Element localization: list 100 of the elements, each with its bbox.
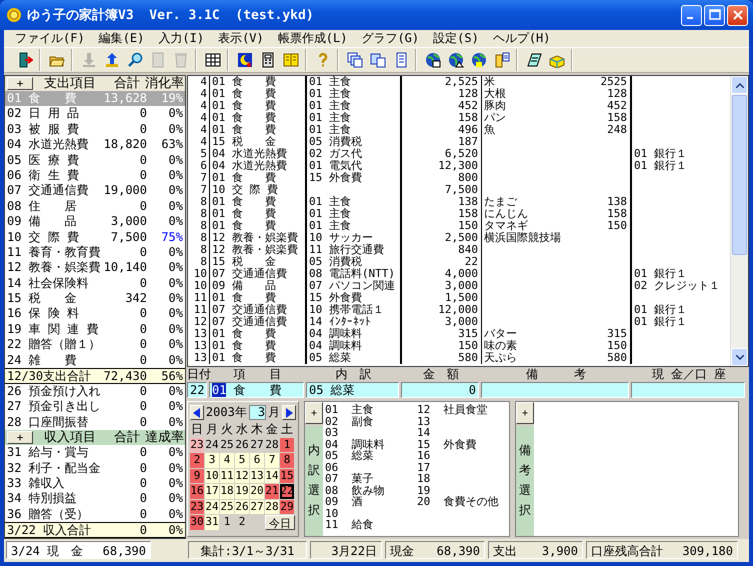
calendar-day[interactable]: 26 [235, 500, 249, 514]
list-item[interactable]: 14 [417, 427, 509, 438]
list-item[interactable]: 15 外食費 [417, 438, 509, 450]
entry-row[interactable]: 4 01 食 費 01 主食 496 魚 248 [188, 124, 730, 136]
calendar-day[interactable]: 24 [205, 438, 219, 452]
category-row[interactable]: 03 被 服 費 0 0% [5, 122, 185, 138]
memo-field[interactable] [481, 382, 629, 398]
day-field[interactable]: 22 [187, 382, 207, 398]
calendar-day[interactable]: 7 [265, 453, 279, 468]
menu-item[interactable]: 編集(E) [92, 30, 152, 47]
calendar-day[interactable]: 4 [220, 453, 234, 468]
category-row[interactable]: 02 日 用 品 0 0% [5, 106, 185, 122]
calendar-day[interactable]: 11 [220, 468, 234, 483]
calendar-day[interactable]: 17 [205, 484, 219, 498]
calendar-day[interactable]: 2 [235, 515, 249, 530]
category-row[interactable]: 31 給与・賞与 0 0% [5, 445, 185, 461]
calendar-day[interactable]: 28 [265, 438, 279, 452]
calendar-day[interactable]: 2 [190, 453, 204, 468]
calendar-day[interactable]: 1 [220, 515, 234, 530]
menu-item[interactable]: 帳票作成(L) [270, 30, 354, 47]
calendar-day[interactable]: 18 [220, 484, 234, 498]
calendar-day[interactable]: 30 [190, 515, 204, 530]
calendar-day[interactable]: 25 [220, 500, 234, 514]
category-row[interactable]: 24 雑 費 0 0% [5, 352, 185, 368]
entry-row[interactable]: 13 01 食 費 05 総菜 580 天ぷら 580 [188, 352, 730, 364]
calendar-day[interactable]: 27 [250, 438, 264, 452]
calendar-day[interactable]: 16 [190, 484, 204, 498]
breakdown-field[interactable]: 05 総菜 [306, 382, 399, 398]
entry-row[interactable]: 8 15 税 金 05 消費税 22 [188, 256, 730, 268]
account-field[interactable] [631, 382, 745, 398]
next-month-icon[interactable] [282, 405, 296, 420]
category-row[interactable]: 12 教養・娯楽費 10,140 0% [5, 260, 185, 276]
category-row[interactable]: 32 利子・配当金 0 0% [5, 460, 185, 476]
entry-row[interactable]: 8 12 教養・娯楽費 11 旅行交通費 840 [188, 244, 730, 256]
list-item[interactable]: 16 [417, 450, 509, 462]
entry-row[interactable]: 4 15 税 金 05 消費税 187 [188, 136, 730, 148]
calendar-day[interactable]: 9 [190, 468, 204, 483]
list-item[interactable]: 08 飲み物 [325, 484, 417, 496]
calendar-day[interactable]: 24 [205, 500, 219, 514]
entry-row[interactable]: 11 01 食 費 15 外食費 1,500 [188, 292, 730, 304]
list-item[interactable]: 01 主食 [325, 404, 417, 416]
entry-row[interactable]: 13 01 食 費 04 調味料 315 バター 315 [188, 328, 730, 340]
calendar-day[interactable]: 10 [205, 468, 219, 483]
category-row[interactable]: 10 交 際 費 7,500 75% [5, 230, 185, 245]
category-row[interactable]: 16 保 険 料 0 0% [5, 306, 185, 322]
category-row[interactable]: 07 交通通信費 19,000 0% [5, 183, 185, 199]
calendar-day[interactable]: 12 [235, 468, 249, 483]
close-icon[interactable] [727, 4, 748, 26]
category-field[interactable]: 01 食 費 [209, 382, 304, 398]
list-item[interactable]: 06 [325, 462, 417, 473]
calendar-day[interactable]: 26 [235, 438, 249, 452]
entry-row[interactable]: 6 04 水道光熱費 01 電気代 12,300 01 銀行１ [188, 160, 730, 172]
entry-row[interactable]: 11 07 交通通信費 10 携帯電話１ 12,000 01 銀行１ [188, 304, 730, 316]
calendar-day[interactable]: 29 [280, 500, 294, 514]
calendar-day[interactable]: 13 [250, 468, 264, 483]
entry-row[interactable]: 12 07 交通通信費 14 ｲﾝﾀｰﾈｯﾄ 3,000 01 銀行１ [188, 316, 730, 328]
category-row[interactable]: 27 預金引き出し 0 0% [5, 399, 185, 415]
entry-row[interactable]: 4 01 食 費 01 主食 452 豚肉 452 [188, 100, 730, 112]
entry-row[interactable]: 10 07 交通通信費 08 電話料(NTT) 4,000 01 銀行１ [188, 268, 730, 280]
month-field[interactable]: 3 [248, 405, 266, 420]
category-row[interactable]: 26 預金預け入れ 0 0% [5, 384, 185, 400]
calendar-day[interactable]: 20 [250, 484, 264, 498]
calendar-day[interactable]: 23 [190, 500, 204, 514]
category-row[interactable]: 22 贈答（贈１） 0 0% [5, 337, 185, 353]
scroll-up-icon[interactable] [731, 76, 748, 94]
list-item[interactable]: 19 [417, 484, 509, 496]
list-item[interactable]: 12 社員食堂 [417, 404, 509, 416]
add-button[interactable]: + [7, 431, 33, 444]
entry-row[interactable]: 7 01 食 費 15 外食費 800 [188, 172, 730, 184]
list-item[interactable]: 17 [417, 462, 509, 473]
entry-row[interactable]: 4 01 食 費 01 主食 2,525 米 2525 [188, 76, 730, 88]
add-button[interactable]: + [7, 77, 33, 90]
calendar-day[interactable]: 19 [235, 484, 249, 498]
maximize-icon[interactable] [704, 4, 725, 26]
category-row[interactable]: 33 雑収入 0 0% [5, 476, 185, 492]
list-item[interactable]: 18 [417, 473, 509, 484]
entry-row[interactable]: 8 12 教養・娯楽費 10 サッカー 2,500 横浜国際競技場 [188, 232, 730, 244]
category-row[interactable]: 15 税 金 342 0% [5, 291, 185, 306]
list-item[interactable]: 02 副食 [325, 416, 417, 427]
menu-item[interactable]: ヘルプ(H) [486, 30, 558, 47]
menu-item[interactable]: 設定(S) [426, 30, 486, 47]
list-item[interactable]: 04 調味料 [325, 438, 417, 450]
amount-field[interactable]: 0 [401, 382, 479, 398]
calendar-day[interactable]: 25 [220, 438, 234, 452]
list-item[interactable]: 10 [325, 508, 417, 519]
menu-item[interactable]: ファイル(F) [8, 30, 92, 47]
list-item[interactable]: 20 食費その他 [417, 496, 509, 508]
entry-row[interactable]: 4 01 食 費 01 主食 158 パン 158 [188, 112, 730, 124]
category-row[interactable]: 14 社会保険料 0 0% [5, 276, 185, 292]
add-button[interactable]: + [516, 402, 534, 424]
scrollbar[interactable] [730, 76, 748, 366]
entry-row[interactable]: 13 01 食 費 04 調味料 150 味の素 150 [188, 340, 730, 352]
category-row[interactable]: 34 特別損益 0 0% [5, 491, 185, 507]
category-row[interactable]: 06 衛 生 費 0 0% [5, 168, 185, 184]
calendar-day[interactable]: 1 [280, 438, 294, 452]
list-item[interactable]: 09 酒 [325, 496, 417, 508]
calendar-day[interactable]: 14 [265, 468, 279, 483]
calendar-day[interactable]: 15 [280, 468, 294, 483]
category-row[interactable]: 36 贈答（受） 0 0% [5, 506, 185, 522]
entry-row[interactable]: 8 01 食 費 01 主食 158 にんじん 158 [188, 208, 730, 220]
